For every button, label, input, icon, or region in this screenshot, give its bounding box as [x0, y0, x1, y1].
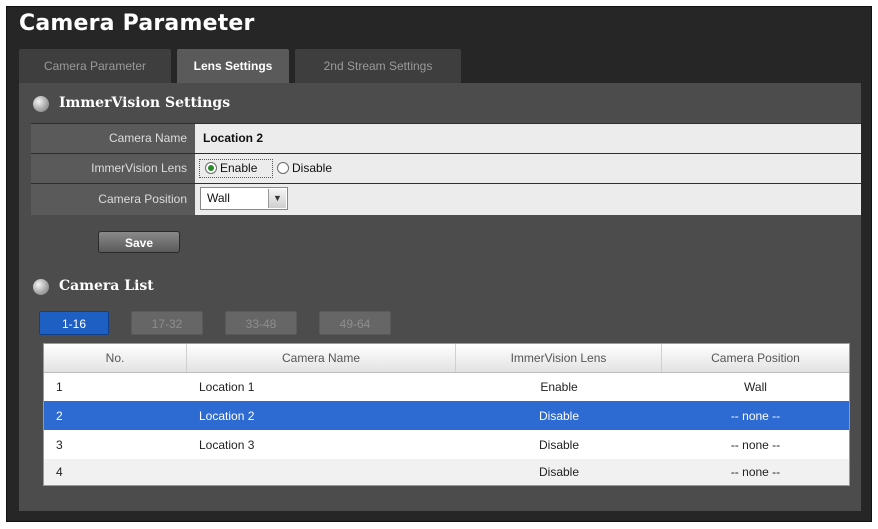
camera-position-select[interactable]: Wall ▼	[200, 187, 288, 210]
table-row[interactable]: 1 Location 1 Enable Wall	[44, 372, 849, 401]
row-camera-name: Location 3	[199, 437, 255, 452]
table-row[interactable]: 3 Location 3 Disable -- none --	[44, 430, 849, 459]
chevron-down-icon[interactable]: ▼	[268, 189, 286, 208]
lens-settings-panel: ImmerVision Settings Camera Name Locatio…	[19, 83, 861, 511]
lens-enable-label[interactable]: Enable	[220, 154, 257, 183]
section-bullet-icon	[33, 96, 49, 112]
row-immervision-lens: Disable	[538, 437, 580, 452]
column-header-camera-position[interactable]: Camera Position	[662, 344, 849, 372]
window-title: Camera Parameter	[19, 11, 255, 36]
tab-lens-settings[interactable]: Lens Settings	[177, 49, 289, 83]
camera-name-value: Location 2	[203, 131, 264, 145]
row-immervision-lens: Disable	[538, 465, 580, 479]
row-no: 2	[56, 408, 63, 423]
lens-disable-radio[interactable]	[277, 162, 289, 174]
row-no: 3	[56, 437, 63, 452]
row-camera-name: Location 2	[199, 408, 255, 423]
lens-disable-label[interactable]: Disable	[292, 154, 332, 183]
camera-name-label: Camera Name	[31, 124, 195, 153]
tab-2nd-stream-settings[interactable]: 2nd Stream Settings	[295, 49, 461, 83]
lens-enable-radio[interactable]	[205, 162, 217, 174]
tab-camera-parameter[interactable]: Camera Parameter	[19, 49, 171, 83]
row-camera-position: Wall	[744, 379, 767, 394]
row-no: 4	[56, 465, 63, 479]
row-camera-name	[187, 459, 456, 485]
page-button-33-48[interactable]: 33-48	[225, 311, 297, 335]
row-camera-position: -- none --	[730, 465, 781, 479]
save-button[interactable]: Save	[98, 231, 180, 253]
camera-position-row: Camera Position Wall ▼	[31, 183, 861, 215]
immervision-lens-label: ImmerVision Lens	[31, 154, 195, 183]
row-no: 1	[56, 379, 63, 394]
table-header: No. Camera Name ImmerVision Lens Camera …	[44, 344, 849, 373]
row-immervision-lens: Enable	[540, 379, 578, 394]
table-row-selected[interactable]: 2 Location 2 Disable -- none --	[44, 401, 849, 430]
camera-position-cell: Wall ▼	[195, 184, 861, 215]
row-camera-position: -- none --	[730, 437, 781, 452]
table-row[interactable]: 4 Disable -- none --	[44, 459, 849, 485]
camera-position-value: Wall	[207, 191, 230, 205]
camera-name-row: Camera Name Location 2	[31, 123, 861, 153]
camera-list-section-title: Camera List	[59, 278, 154, 294]
page-button-1-16[interactable]: 1-16	[39, 311, 109, 335]
page-button-17-32[interactable]: 17-32	[131, 311, 203, 335]
column-header-no[interactable]: No.	[44, 344, 187, 372]
camera-position-label: Camera Position	[31, 184, 195, 215]
column-header-immervision-lens[interactable]: ImmerVision Lens	[456, 344, 662, 372]
immervision-lens-options: Enable Disable	[195, 154, 861, 183]
column-header-camera-name[interactable]: Camera Name	[187, 344, 456, 372]
camera-parameter-window: Camera Parameter Camera Parameter Lens S…	[6, 6, 872, 522]
row-immervision-lens: Disable	[538, 408, 580, 423]
row-camera-position: -- none --	[730, 408, 781, 423]
camera-name-value-cell: Location 2	[195, 124, 861, 153]
row-camera-name: Location 1	[199, 379, 255, 394]
immervision-lens-row: ImmerVision Lens Enable Disable	[31, 153, 861, 183]
immervision-section-title: ImmerVision Settings	[59, 95, 231, 111]
section-bullet-icon	[33, 279, 49, 295]
page-button-49-64[interactable]: 49-64	[319, 311, 391, 335]
camera-list-table: No. Camera Name ImmerVision Lens Camera …	[43, 343, 850, 486]
